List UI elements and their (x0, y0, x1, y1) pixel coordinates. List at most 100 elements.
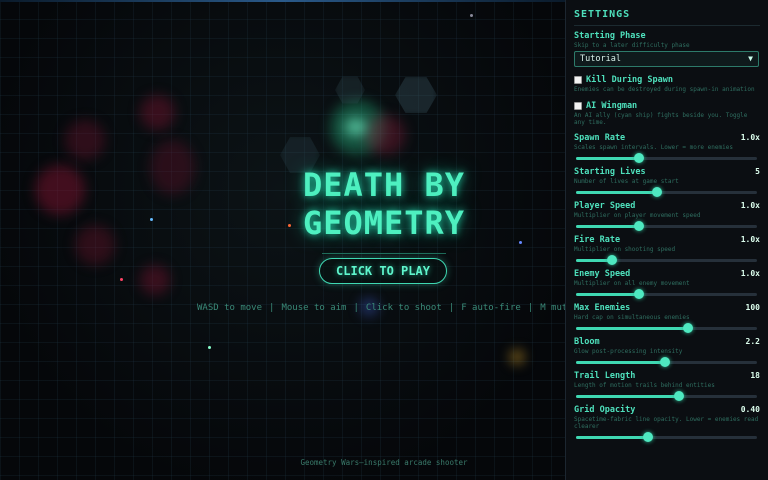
setting-label: Enemy Speed (574, 269, 631, 279)
setting-label: Spawn Rate (574, 133, 626, 143)
slider-thumb[interactable] (674, 391, 685, 401)
slider-fill (576, 225, 640, 228)
slider-thumb[interactable] (652, 187, 663, 197)
pickup-glow (510, 350, 524, 364)
control-hint: Mouse to aim (281, 303, 347, 313)
game-title: DEATH BY GEOMETRY (240, 166, 528, 242)
ai-wingman-setting: AI Wingman An AI ally (cyan ship) fights… (574, 101, 760, 126)
setting-description: Enemies can be destroyed during spawn-in… (574, 86, 755, 93)
kill-during-spawn-setting: Kill During Spawn Enemies can be destroy… (574, 75, 760, 93)
slider-track[interactable] (576, 255, 757, 265)
slider-track[interactable] (576, 289, 757, 299)
slider-fill (576, 191, 658, 194)
slider-header: Grid Opacity 0.40 (574, 405, 760, 415)
slider-thumb[interactable] (643, 432, 654, 442)
slider-track[interactable] (576, 153, 757, 163)
particle (470, 14, 473, 17)
kill-during-spawn-checkbox[interactable] (574, 76, 582, 84)
setting-description: Multiplier on all enemy movement (574, 280, 690, 287)
control-hint: F auto-fire (461, 303, 521, 313)
starting-phase-select[interactable]: Tutorial ▼ (574, 51, 759, 67)
setting-label: Max Enemies (574, 303, 631, 313)
slider-fill (576, 157, 640, 160)
control-hint: WASD to move (197, 303, 263, 313)
setting-label: Trail Length (574, 371, 636, 381)
setting-label: Starting Phase (574, 31, 646, 41)
starting-phase-setting: Starting Phase Skip to a later difficult… (574, 31, 760, 67)
slider-thumb[interactable] (634, 289, 645, 299)
slider-setting: Bloom 2.2 Glow post-processing intensity (574, 337, 760, 367)
slider-fill (576, 293, 640, 296)
setting-value: 1.0x (740, 235, 760, 244)
setting-label: Grid Opacity (574, 405, 636, 415)
slider-track[interactable] (576, 357, 757, 367)
slider-setting: Grid Opacity 0.40 Spacetime-fabric line op… (574, 405, 760, 442)
slider-fill (576, 395, 680, 398)
slider-header: Spawn Rate 1.0x (574, 133, 760, 143)
settings-title: SETTINGS (574, 0, 760, 26)
slider-setting: Max Enemies 100 Hard cap on simultaneous e… (574, 303, 760, 333)
enemy-glow (75, 225, 115, 265)
slider-setting: Player Speed 1.0x Multiplier on player mov… (574, 201, 760, 231)
slider-fill (576, 436, 649, 439)
setting-value: 1.0x (740, 201, 760, 210)
slider-setting: Enemy Speed 1.0x Multiplier on all enemy m… (574, 269, 760, 299)
slider-list: Spawn Rate 1.0x Scales spawn intervals. Lo… (574, 133, 760, 442)
slider-header: Bloom 2.2 (574, 337, 760, 347)
game-canvas[interactable]: DEATH BY GEOMETRY CLICK TO PLAY WASD to … (0, 0, 565, 480)
slider-thumb[interactable] (659, 357, 670, 367)
particle (120, 278, 123, 281)
wingman-core (345, 118, 367, 136)
setting-description: Length of motion trails behind entities (574, 382, 715, 389)
slider-thumb[interactable] (634, 153, 645, 163)
setting-description: Scales spawn intervals. Lower = more ene… (574, 144, 733, 151)
slider-thumb[interactable] (634, 221, 645, 231)
enemy-glow (140, 265, 170, 295)
enemy-glow (35, 165, 85, 215)
setting-description: Skip to a later difficulty phase (574, 42, 690, 49)
enemy-glow (65, 120, 105, 160)
title-line-2: GEOMETRY (302, 204, 466, 242)
slider-track[interactable] (576, 323, 757, 333)
slider-header: Trail Length 18 (574, 371, 760, 381)
setting-description: An AI ally (cyan ship) fights beside you… (574, 112, 748, 126)
slider-setting: Spawn Rate 1.0x Scales spawn intervals. Lo… (574, 133, 760, 163)
slider-fill (576, 361, 665, 364)
slider-thumb[interactable] (683, 323, 694, 333)
slider-header: Fire Rate 1.0x (574, 235, 760, 245)
setting-label: Fire Rate (574, 235, 621, 245)
select-value: Tutorial (580, 54, 621, 64)
particle (150, 218, 153, 221)
hexagon-shape (395, 77, 437, 113)
setting-label: Player Speed (574, 201, 636, 211)
settings-panel: SETTINGS Starting Phase Skip to a later … (565, 0, 768, 480)
setting-value: 5 (755, 167, 760, 176)
slider-setting: Trail Length 18 Length of motion trails be… (574, 371, 760, 401)
slider-fill (576, 327, 689, 330)
chevron-down-icon: ▼ (748, 54, 753, 63)
slider-track[interactable] (576, 391, 757, 401)
setting-value: 100 (745, 303, 760, 312)
enemy-glow (150, 140, 195, 195)
setting-label[interactable]: Kill During Spawn (586, 75, 673, 85)
particle (208, 346, 211, 349)
controls-hint: WASD to move | Mouse to aim | Click to shoot… (197, 303, 565, 313)
slider-thumb[interactable] (607, 255, 618, 265)
slider-track[interactable] (576, 187, 757, 197)
setting-label[interactable]: AI Wingman (586, 101, 637, 111)
enemy-glow (140, 95, 175, 130)
setting-description: Multiplier on player movement speed (574, 212, 701, 219)
setting-value: 18 (750, 371, 760, 380)
setting-label: Starting Lives (574, 167, 646, 177)
slider-track[interactable] (576, 221, 757, 231)
play-button[interactable]: CLICK TO PLAY (319, 258, 447, 284)
setting-label: Bloom (574, 337, 600, 347)
setting-description: Number of lives at game start (574, 178, 679, 185)
setting-value: 2.2 (745, 337, 760, 346)
ai-wingman-checkbox[interactable] (574, 102, 582, 110)
setting-description: Hard cap on simultaneous enemies (574, 314, 690, 321)
title-divider (322, 253, 446, 254)
setting-value: 1.0x (740, 269, 760, 278)
top-accent-line (0, 0, 565, 2)
slider-track[interactable] (576, 432, 757, 442)
